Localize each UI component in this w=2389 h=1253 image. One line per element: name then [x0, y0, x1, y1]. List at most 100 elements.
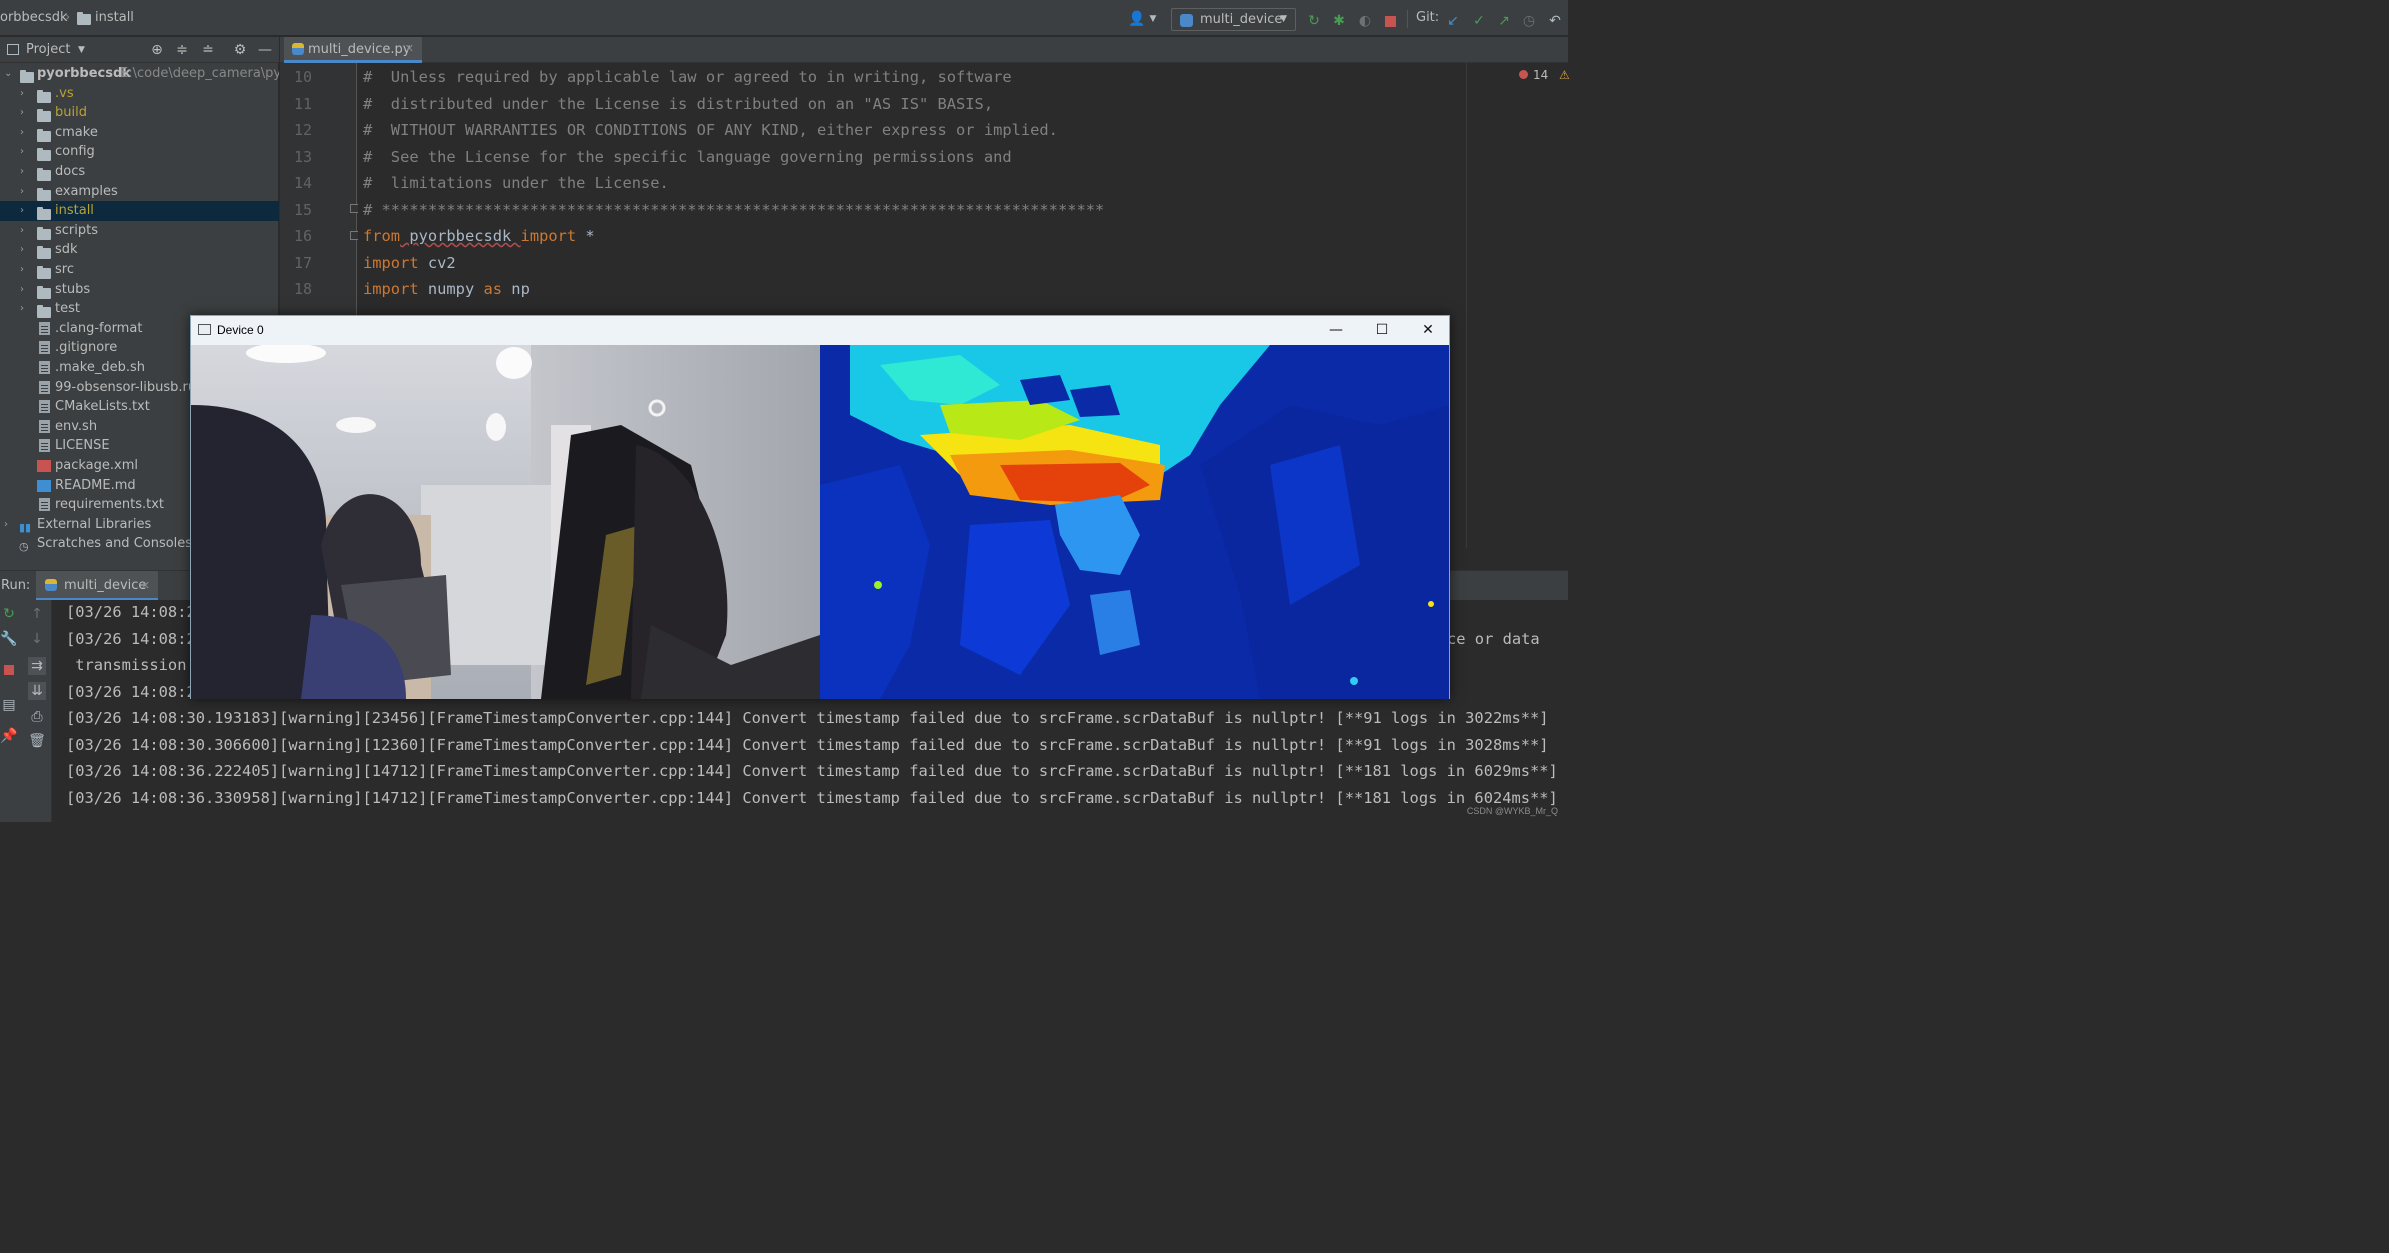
tab-multi-device-py[interactable]: multi_device.py ✕ [284, 37, 422, 63]
git-update-icon[interactable]: ↙ [1444, 12, 1462, 30]
maximize-button[interactable]: ☐ [1359, 316, 1405, 345]
tree-item-folder[interactable]: › stubs [0, 280, 279, 300]
stop-icon[interactable] [4, 665, 14, 675]
log-line: transmission [66, 656, 187, 674]
tree-folder-name: cmake [55, 124, 98, 140]
tree-item-folder[interactable]: › src [0, 260, 279, 280]
code-line: # See the License for the specific langu… [363, 147, 1012, 166]
python-file-icon [292, 43, 304, 55]
locate-icon[interactable]: ⊕ [148, 41, 166, 59]
tab-label: multi_device.py [308, 42, 411, 57]
tree-item-folder[interactable]: › docs [0, 162, 279, 182]
breadcrumb-folder[interactable]: install [95, 10, 134, 25]
arrow-down-icon[interactable]: ↓ [28, 630, 46, 648]
folder-icon [37, 246, 51, 260]
tree-item-folder[interactable]: › cmake [0, 123, 279, 143]
code-line: # limitations under the License. [363, 174, 669, 192]
folder-icon [37, 187, 51, 201]
window-title: Device 0 [217, 323, 264, 337]
tree-item-folder[interactable]: › sdk [0, 240, 279, 260]
soft-wrap-icon[interactable]: ⇉ [28, 657, 46, 675]
tree-file-name: env.sh [55, 418, 98, 434]
git-push-icon[interactable]: ↗ [1495, 12, 1513, 30]
code-keyword: import [520, 227, 577, 245]
hide-icon[interactable]: — [256, 41, 274, 59]
tree-item-folder-selected[interactable]: › install [0, 201, 279, 221]
tree-root-name: pyorbbecsdk [37, 66, 131, 81]
collapse-all-icon[interactable]: ≐ [199, 41, 217, 59]
log-line: [03/26 14:08:2 [66, 629, 196, 648]
arrow-up-icon[interactable]: ↑ [28, 605, 46, 623]
code-line: # distributed under the License is distr… [363, 94, 994, 113]
folder-icon [37, 89, 51, 103]
chevron-right-icon: › [20, 283, 24, 295]
expand-all-icon[interactable]: ≑ [173, 41, 191, 59]
run-tab[interactable]: multi_device ✕ [36, 571, 158, 601]
line-number: 18 [293, 280, 312, 298]
project-panel-title[interactable]: Project [26, 42, 70, 57]
tree-file-name: .gitignore [55, 340, 118, 356]
wrench-icon[interactable]: 🔧 [0, 630, 18, 648]
chevron-right-icon: › [20, 126, 24, 138]
tree-item-folder[interactable]: › build [0, 103, 279, 123]
tree-folder-name: install [55, 203, 94, 219]
rerun-icon[interactable]: ↻ [1305, 12, 1323, 30]
tree-item-folder[interactable]: › scripts [0, 221, 279, 241]
file-icon [39, 341, 50, 355]
file-icon [39, 498, 50, 512]
rerun-icon[interactable]: ↻ [0, 605, 18, 623]
gear-icon[interactable]: ⚙ [231, 41, 249, 59]
tree-file-name: .make_deb.sh [55, 360, 145, 375]
run-tab-label: multi_device [64, 578, 147, 593]
tree-item-folder[interactable]: › examples [0, 182, 279, 202]
tree-item-root[interactable]: ⌄ pyorbbecsdk E:\code\deep_camera\pyorb [0, 64, 279, 84]
chevron-right-icon: › [20, 244, 24, 256]
run-toolbar: ↻ ↑ 🔧 ↓ ⇉ ⇊ ▤ ⎙ 📌 🗑 [0, 600, 52, 822]
code-line: # Unless required by applicable law or a… [363, 68, 1012, 86]
close-icon[interactable]: ✕ [141, 579, 150, 592]
inspection-stripe: 14 ⚠ [1466, 63, 1570, 548]
tree-item-folder[interactable]: › .vs [0, 84, 279, 104]
file-icon [39, 400, 50, 414]
scratches-icon: ◷ [19, 540, 29, 554]
window-titlebar[interactable]: Device 0 — ☐ ✕ [191, 316, 1449, 345]
tree-folder-name: test [55, 301, 80, 317]
tree-item-folder[interactable]: › config [0, 142, 279, 162]
breadcrumb-root[interactable]: orbbecsdk [0, 10, 68, 25]
color-camera-view [191, 345, 820, 699]
device-window[interactable]: Device 0 — ☐ ✕ [190, 315, 1450, 699]
tree-folder-name: .vs [55, 85, 74, 101]
folder-icon [37, 285, 51, 299]
run-configuration-select[interactable]: multi_device ▼ [1171, 8, 1296, 31]
pin-icon[interactable]: 📌 [0, 727, 18, 745]
history-icon[interactable]: ◷ [1520, 12, 1538, 30]
folder-icon [20, 70, 34, 83]
chevron-down-icon[interactable]: ▼ [78, 45, 85, 55]
chevron-down-icon[interactable]: ▼ [1144, 10, 1162, 28]
code-line: import cv2 [363, 254, 456, 272]
chevron-right-icon: › [20, 264, 24, 275]
close-button[interactable]: ✕ [1405, 316, 1451, 345]
minimize-button[interactable]: — [1313, 316, 1359, 345]
code-keyword: as [483, 280, 503, 298]
print-icon[interactable]: ⎙ [28, 708, 46, 726]
rollback-icon[interactable]: ↶ [1546, 12, 1564, 30]
project-icon [7, 44, 19, 55]
coverage-icon[interactable]: ◐ [1356, 12, 1374, 30]
error-count[interactable]: 14 [1533, 68, 1548, 82]
scroll-to-end-icon[interactable]: ⇊ [28, 682, 46, 700]
folder-icon [37, 109, 51, 123]
warning-icon[interactable]: ⚠ [1559, 68, 1570, 82]
git-commit-icon[interactable]: ✓ [1470, 12, 1488, 30]
trash-icon[interactable]: 🗑 [28, 732, 46, 750]
tree-file-name: CMakeLists.txt [55, 399, 150, 415]
code-identifier: pyorbbecsdk [400, 227, 521, 245]
debug-icon[interactable]: ✱ [1330, 12, 1348, 30]
stop-icon[interactable] [1385, 16, 1396, 27]
chevron-down-icon: ⌄ [4, 68, 13, 79]
layout-icon[interactable]: ▤ [0, 696, 18, 714]
chevron-right-icon: › [20, 303, 24, 315]
error-icon[interactable] [1519, 70, 1528, 79]
close-icon[interactable]: ✕ [405, 42, 414, 55]
folder-icon [37, 207, 51, 221]
